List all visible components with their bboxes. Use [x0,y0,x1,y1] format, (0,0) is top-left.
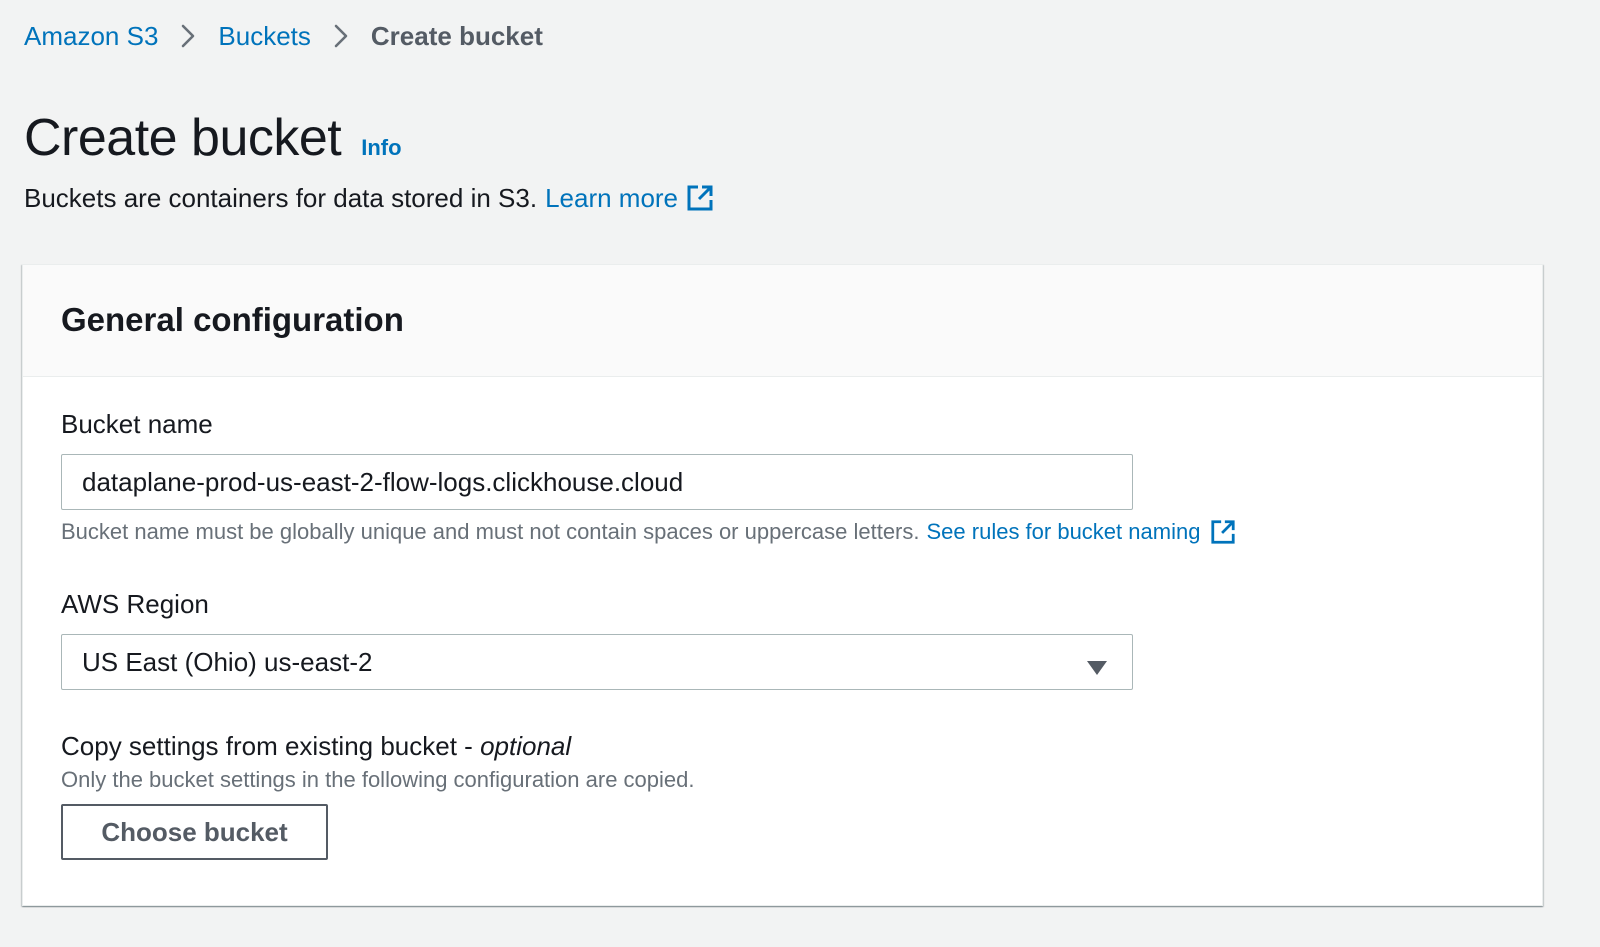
bucket-name-value: dataplane-prod-us-east-2-flow-logs.click… [82,466,684,497]
title-row: Create bucket Info [24,108,402,168]
optional-tag: optional [480,731,572,761]
container-title: General configuration [61,301,404,338]
breadcrumb-create-bucket: Create bucket [370,21,543,51]
breadcrumb-amazon-s3[interactable]: Amazon S3 [24,18,158,54]
bucket-name-label: Bucket name [61,409,213,439]
bucket-name-field: Bucket name [61,409,213,440]
breadcrumb: Amazon S3 Buckets Create bucket [24,18,543,54]
copy-settings-label-text: Copy settings from existing bucket - [61,731,481,761]
bucket-name-input[interactable]: dataplane-prod-us-east-2-flow-logs.click… [61,454,1133,510]
learn-more-link[interactable]: Learn more [545,180,678,216]
region-select-wrapper: US East (Ohio) us-east-2 [61,634,1133,690]
copy-settings-field: Copy settings from existing bucket - opt… [61,731,571,762]
external-link-icon[interactable] [686,184,714,212]
chevron-right-icon [321,18,361,54]
breadcrumb-buckets[interactable]: Buckets [218,18,311,54]
page-title: Create bucket [24,109,342,167]
page-description: Buckets are containers for data stored i… [24,180,714,216]
region-label: AWS Region [61,589,209,619]
region-select[interactable]: US East (Ohio) us-east-2 [61,634,1133,690]
copy-settings-hint: Only the bucket settings in the followin… [61,767,695,793]
bucket-name-input-wrapper: dataplane-prod-us-east-2-flow-logs.click… [61,454,1133,510]
choose-bucket-button[interactable]: Choose bucket [61,804,328,860]
chevron-right-icon [168,18,208,54]
copy-settings-hint-text: Only the bucket settings in the followin… [61,767,695,792]
bucket-name-hint: Bucket name must be globally unique and … [61,519,1236,545]
choose-bucket-wrapper: Choose bucket [61,804,328,860]
container-header: General configuration [23,265,1542,377]
external-link-icon[interactable] [1210,519,1236,545]
description-text: Buckets are containers for data stored i… [24,183,538,213]
caret-down-icon [1086,653,1108,684]
region-field: AWS Region [61,589,209,620]
page: Amazon S3 Buckets Create bucket Create b… [0,0,1600,947]
info-link[interactable]: Info [361,135,401,161]
copy-settings-label: Copy settings from existing bucket - opt… [61,731,571,762]
region-selected-value: US East (Ohio) us-east-2 [82,646,373,677]
general-configuration-container: General configuration Bucket name datapl… [22,264,1543,906]
bucket-name-hint-text: Bucket name must be globally unique and … [61,519,920,544]
bucket-naming-rules-link[interactable]: See rules for bucket naming [927,519,1201,544]
